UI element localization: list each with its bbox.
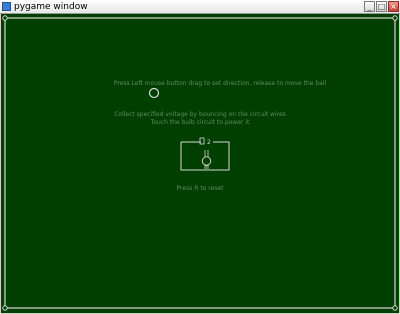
corner-node-bottom-left — [2, 305, 8, 311]
aim-instruction: Press Left mouse button drag to set dire… — [113, 80, 327, 87]
battery-icon — [199, 137, 205, 145]
minimize-button[interactable]: _ — [364, 1, 375, 12]
window-title: pygame window — [14, 2, 88, 12]
corner-node-bottom-right — [392, 305, 398, 311]
window-titlebar: pygame window _ □ × — [0, 0, 400, 14]
goal-instruction-line1: Collect specified voltage by bouncing on… — [114, 111, 286, 118]
ball[interactable] — [148, 87, 160, 99]
outer-circuit-wire[interactable] — [4, 17, 396, 309]
corner-node-top-right — [392, 15, 398, 21]
close-button[interactable]: × — [388, 1, 399, 12]
goal-instruction-line2: Touch the bulb circuit to power it — [150, 119, 250, 126]
bulb-circuit[interactable]: 2 — [180, 137, 230, 171]
circuit-board: 2 — [2, 15, 398, 311]
game-canvas[interactable]: 2 Press Left mouse button drag to set di… — [1, 14, 399, 313]
lightbulb-icon — [201, 156, 212, 166]
corner-node-top-left — [2, 15, 8, 21]
voltage-label: 2 — [207, 139, 211, 146]
maximize-button[interactable]: □ — [376, 1, 387, 12]
reset-instruction: Press R to reset — [176, 185, 224, 192]
pygame-app-icon — [2, 2, 11, 11]
